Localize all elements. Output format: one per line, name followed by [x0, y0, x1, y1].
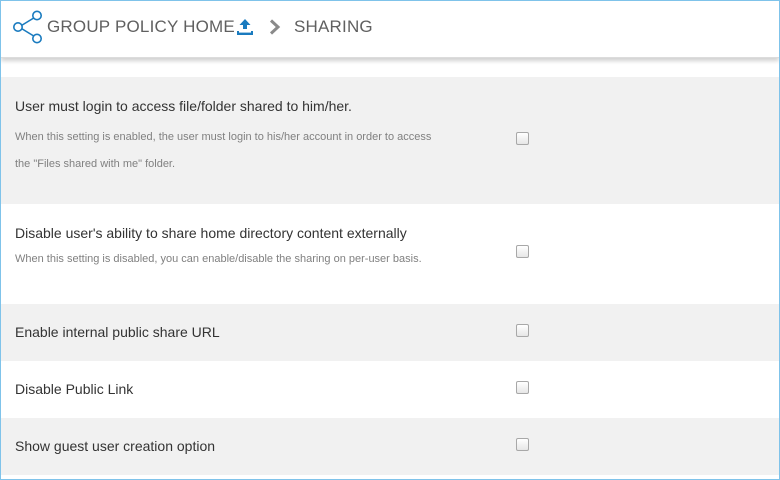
setting-description-line: When this setting is disabled, you can e…	[15, 253, 422, 265]
setting-title: User must login to access file/folder sh…	[15, 98, 352, 114]
app-frame: GROUP POLICY HOME SHARING User must logi…	[0, 0, 780, 480]
setting-row-disable-external-share: Disable user's ability to share home dir…	[1, 204, 779, 304]
setting-description: When this setting is enabled, the user m…	[15, 124, 495, 178]
login-required-checkbox[interactable]	[516, 132, 529, 145]
guest-user-option-checkbox[interactable]	[516, 438, 529, 451]
setting-row-internal-public-url: Enable internal public share URL	[1, 304, 779, 361]
setting-description: When this setting is disabled, you can e…	[15, 246, 495, 273]
setting-description-line: When this setting is enabled, the user m…	[15, 131, 432, 143]
internal-public-url-checkbox[interactable]	[516, 324, 529, 337]
upload-icon[interactable]	[236, 18, 254, 36]
breadcrumb-header: GROUP POLICY HOME SHARING	[1, 1, 779, 58]
setting-row-guest-user-option: Show guest user creation option	[1, 418, 779, 475]
settings-list: User must login to access file/folder sh…	[1, 59, 779, 479]
share-icon	[13, 10, 42, 44]
breadcrumb-current: SHARING	[294, 17, 373, 36]
breadcrumb-home-link[interactable]: GROUP POLICY HOME	[47, 17, 235, 37]
setting-row-disable-public-link: Disable Public Link	[1, 361, 779, 418]
disable-external-share-checkbox[interactable]	[516, 245, 529, 258]
chevron-right-icon	[269, 19, 281, 35]
setting-title: Show guest user creation option	[15, 438, 216, 454]
setting-row-login-required: User must login to access file/folder sh…	[1, 77, 779, 204]
setting-title: Enable internal public share URL	[15, 324, 220, 340]
setting-title: Disable Public Link	[15, 381, 134, 397]
setting-description-line: the "Files shared with me" folder.	[15, 158, 176, 170]
disable-public-link-checkbox[interactable]	[516, 381, 529, 394]
setting-title: Disable user's ability to share home dir…	[15, 225, 407, 241]
